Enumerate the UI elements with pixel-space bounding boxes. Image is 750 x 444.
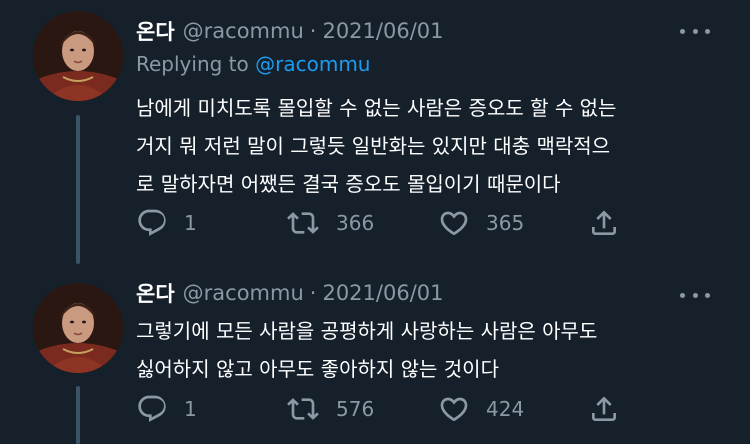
like-count: 424 xyxy=(486,397,525,421)
separator-dot: · xyxy=(309,19,317,43)
separator-dot: · xyxy=(309,281,317,305)
share-button[interactable] xyxy=(588,205,620,241)
reply-count: 1 xyxy=(184,397,197,421)
like-button[interactable]: 424 xyxy=(438,391,524,427)
display-name[interactable]: 온다 xyxy=(136,16,175,46)
like-button[interactable]: 365 xyxy=(438,205,524,241)
reply-icon xyxy=(138,209,166,236)
retweet-icon xyxy=(287,212,319,234)
user-handle[interactable]: @racommu xyxy=(183,19,304,43)
user-handle[interactable]: @racommu xyxy=(183,281,304,305)
more-icon[interactable] xyxy=(680,285,710,305)
tweet-text: 남에게 미치도록 몰입할 수 없는 사람은 증오도 할 수 없는 거지 뭐 저런… xyxy=(136,96,617,196)
tweet-text: 그렇기에 모든 사람을 공평하게 사랑하는 사람은 아무도 싫어하지 않고 아무… xyxy=(136,319,598,381)
tweet-header: 온다 @racommu · 2021/06/01 xyxy=(136,278,444,308)
avatar[interactable] xyxy=(33,283,123,373)
retweet-button[interactable]: 576 xyxy=(286,391,374,427)
thread-line xyxy=(76,115,80,264)
share-icon xyxy=(592,396,616,421)
reply-button[interactable]: 1 xyxy=(136,205,197,241)
avatar[interactable] xyxy=(33,11,123,101)
tweet-date[interactable]: 2021/06/01 xyxy=(322,281,443,305)
reply-button[interactable]: 1 xyxy=(136,391,197,427)
retweet-count: 576 xyxy=(336,397,375,421)
reply-icon xyxy=(138,395,166,422)
thread-line xyxy=(76,386,80,444)
heart-icon xyxy=(440,211,468,236)
retweet-count: 366 xyxy=(336,211,375,235)
share-icon xyxy=(592,210,616,235)
replying-to: Replying to @racommu xyxy=(136,52,370,76)
replying-prefix: Replying to xyxy=(136,52,249,76)
retweet-button[interactable]: 366 xyxy=(286,205,374,241)
more-icon[interactable] xyxy=(680,21,710,41)
reply-count: 1 xyxy=(184,211,197,235)
tweet-header: 온다 @racommu · 2021/06/01 xyxy=(136,16,444,46)
replying-mention-link[interactable]: @racommu xyxy=(255,52,370,76)
tweet[interactable]: 온다 @racommu · 2021/06/01 Replying to @ra… xyxy=(0,0,750,264)
share-button[interactable] xyxy=(588,391,620,427)
heart-icon xyxy=(440,397,468,422)
tweet-date[interactable]: 2021/06/01 xyxy=(322,19,443,43)
tweet-actions: 1 576 424 xyxy=(136,391,636,427)
display-name[interactable]: 온다 xyxy=(136,278,175,308)
tweet-actions: 1 366 365 xyxy=(136,205,636,241)
tweet[interactable]: 온다 @racommu · 2021/06/01 그렇기에 모든 사람을 공평하… xyxy=(0,264,750,444)
like-count: 365 xyxy=(486,211,525,235)
retweet-icon xyxy=(287,398,319,420)
